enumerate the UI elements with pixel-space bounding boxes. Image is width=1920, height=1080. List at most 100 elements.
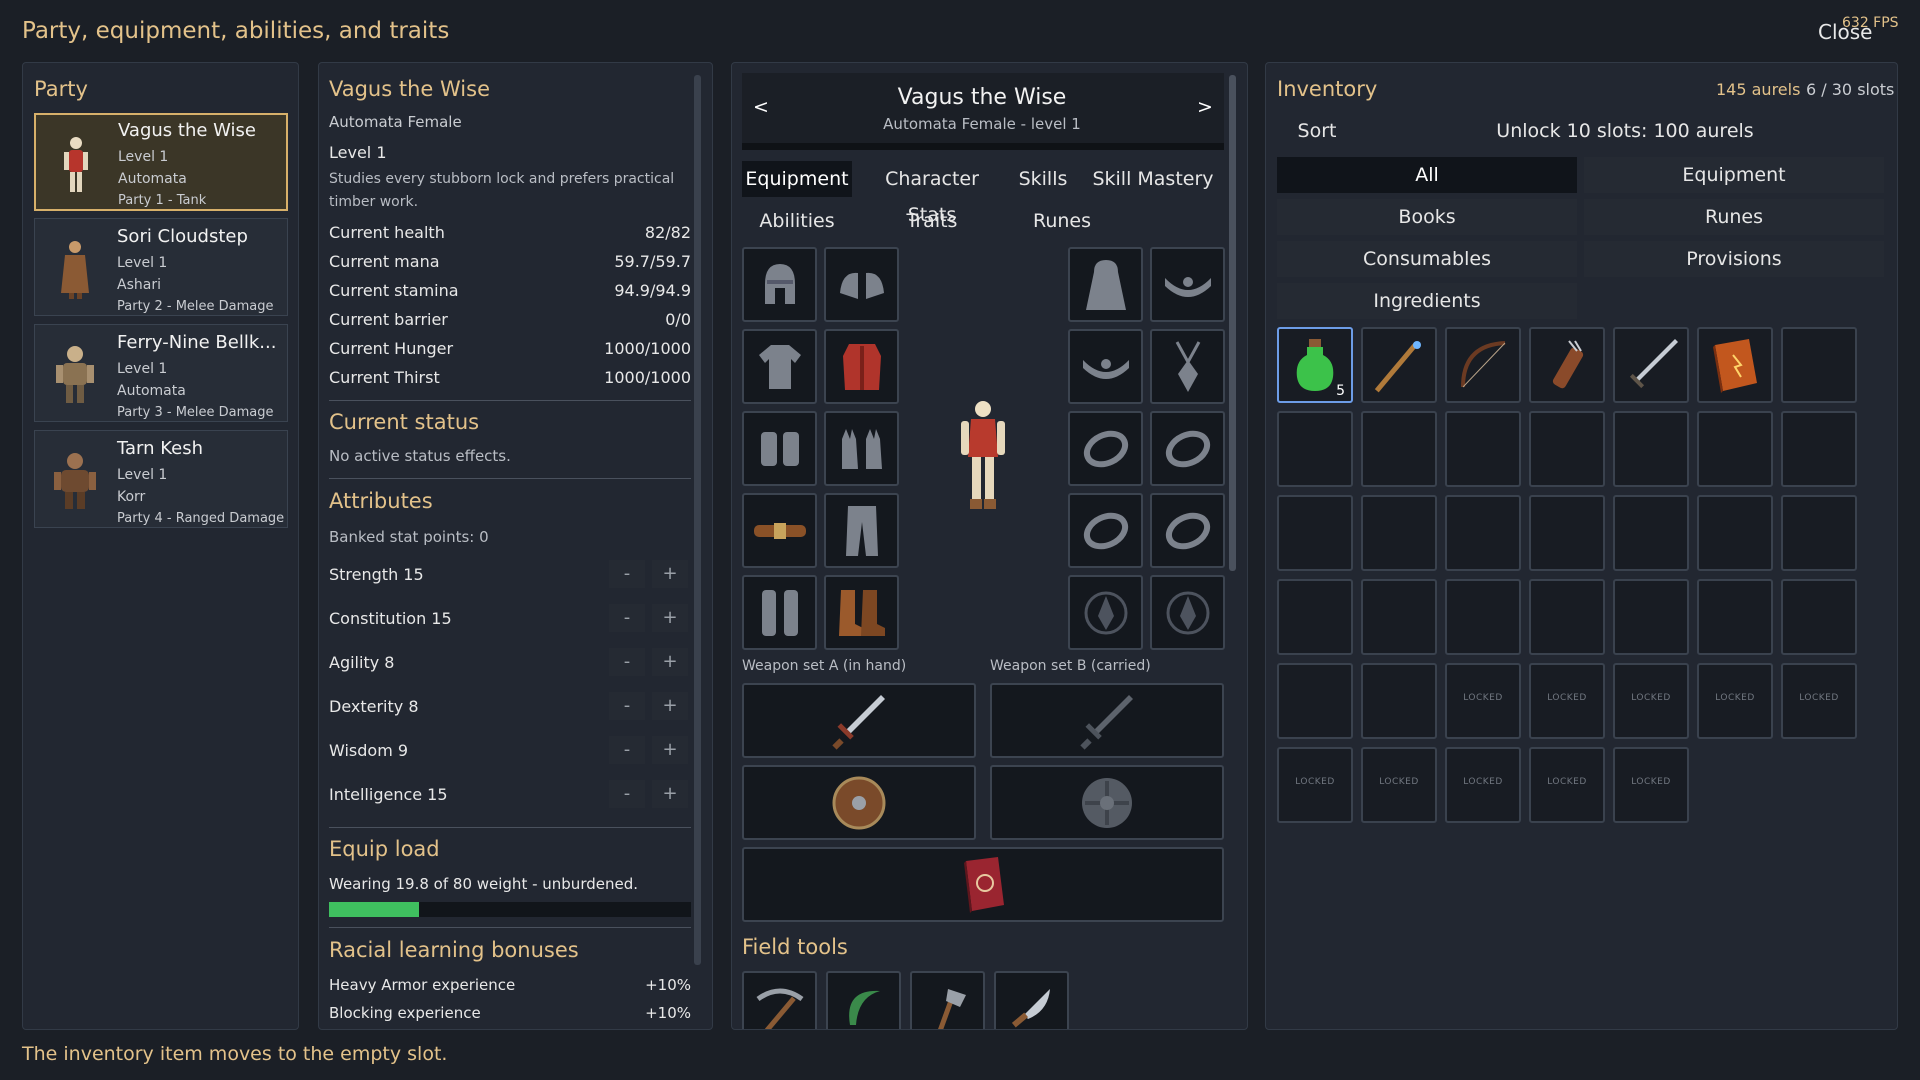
- tab-runes[interactable]: Runes: [1012, 203, 1112, 239]
- inventory-slot[interactable]: [1613, 495, 1689, 571]
- inventory-slot[interactable]: [1529, 327, 1605, 403]
- boots-slot[interactable]: [824, 575, 899, 650]
- decrease-attribute-button[interactable]: -: [609, 692, 645, 720]
- increase-attribute-button[interactable]: +: [652, 560, 688, 588]
- shoulders-slot[interactable]: [824, 247, 899, 322]
- increase-attribute-button[interactable]: +: [652, 604, 688, 632]
- tab-traits[interactable]: Traits: [858, 203, 1006, 239]
- chest-armor-slot[interactable]: [824, 329, 899, 404]
- decrease-attribute-button[interactable]: -: [609, 780, 645, 808]
- ring-slot[interactable]: [1150, 493, 1225, 568]
- decrease-attribute-button[interactable]: -: [609, 736, 645, 764]
- inventory-slot[interactable]: [1361, 663, 1437, 739]
- inventory-slot[interactable]: [1697, 411, 1773, 487]
- inventory-slot[interactable]: [1361, 327, 1437, 403]
- filter-all[interactable]: All: [1277, 157, 1577, 193]
- belt-slot[interactable]: [742, 493, 817, 568]
- party-member-card[interactable]: Sori Cloudstep Level 1 Ashari Party 2 - …: [34, 218, 288, 316]
- tab-skills[interactable]: Skills: [1012, 161, 1074, 197]
- inventory-slot[interactable]: [1529, 495, 1605, 571]
- weapon-set-a-off-hand-slot[interactable]: [742, 765, 976, 840]
- inventory-slot[interactable]: [1445, 327, 1521, 403]
- inventory-slot[interactable]: [1529, 411, 1605, 487]
- field-tool-slot[interactable]: [994, 971, 1069, 1029]
- inventory-slot[interactable]: [1697, 495, 1773, 571]
- tab-skill-mastery[interactable]: Skill Mastery: [1080, 161, 1226, 197]
- party-member-card[interactable]: Vagus the Wise Level 1 Automata Party 1 …: [34, 113, 288, 211]
- inventory-slot[interactable]: [1361, 579, 1437, 655]
- inventory-slot[interactable]: [1277, 495, 1353, 571]
- field-tool-slot[interactable]: [742, 971, 817, 1029]
- decrease-attribute-button[interactable]: -: [609, 604, 645, 632]
- trinket-slot[interactable]: [1150, 575, 1225, 650]
- circlet-slot[interactable]: [1150, 247, 1225, 322]
- equipment-scrollbar[interactable]: [1229, 75, 1236, 571]
- filter-runes[interactable]: Runes: [1584, 199, 1884, 235]
- character-bio-line: timber work.: [329, 194, 419, 210]
- decrease-attribute-button[interactable]: -: [609, 560, 645, 588]
- next-character-button[interactable]: >: [1190, 87, 1220, 127]
- increase-attribute-button[interactable]: +: [652, 780, 688, 808]
- party-member-card[interactable]: Ferry-Nine Bellk... Level 1 Automata Par…: [34, 324, 288, 422]
- inventory-slot[interactable]: [1361, 411, 1437, 487]
- status-message: The inventory item moves to the empty sl…: [22, 1043, 448, 1065]
- bracers-slot[interactable]: [742, 411, 817, 486]
- filter-ingredients[interactable]: Ingredients: [1277, 283, 1577, 319]
- locked-inventory-slot: LOCKED: [1613, 747, 1689, 823]
- tab-abilities[interactable]: Abilities: [742, 203, 852, 239]
- filter-equipment[interactable]: Equipment: [1584, 157, 1884, 193]
- inventory-slot[interactable]: [1277, 663, 1353, 739]
- inventory-slot[interactable]: [1529, 579, 1605, 655]
- field-tool-slot[interactable]: [910, 971, 985, 1029]
- weapon-set-a-main-hand-slot[interactable]: [742, 683, 976, 758]
- cloak-slot[interactable]: [1068, 247, 1143, 322]
- legs-slot[interactable]: [824, 493, 899, 568]
- inventory-slot[interactable]: [1781, 327, 1857, 403]
- inventory-slot[interactable]: [1277, 579, 1353, 655]
- inventory-slot[interactable]: [1697, 579, 1773, 655]
- ring-slot[interactable]: [1068, 493, 1143, 568]
- previous-character-button[interactable]: <: [746, 87, 776, 127]
- book-slot[interactable]: [742, 847, 1224, 922]
- inventory-slot[interactable]: [1613, 411, 1689, 487]
- unlock-slots-button[interactable]: Unlock 10 slots: 100 aurels: [1366, 113, 1884, 149]
- weapon-set-b-off-hand-slot[interactable]: [990, 765, 1224, 840]
- inventory-slot[interactable]: [1613, 327, 1689, 403]
- party-member-card[interactable]: Tarn Kesh Level 1 Korr Party 4 - Ranged …: [34, 430, 288, 528]
- tab-equipment[interactable]: Equipment: [742, 161, 852, 197]
- weapon-set-b-main-hand-slot[interactable]: [990, 683, 1224, 758]
- close-button[interactable]: Close: [1818, 20, 1872, 44]
- shirt-slot[interactable]: [742, 329, 817, 404]
- decrease-attribute-button[interactable]: -: [609, 648, 645, 676]
- increase-attribute-button[interactable]: +: [652, 648, 688, 676]
- character-name: Vagus the Wise: [329, 77, 490, 101]
- bracelet-slot[interactable]: [1068, 329, 1143, 404]
- details-scrollbar[interactable]: [694, 75, 701, 965]
- inventory-slot[interactable]: [1445, 579, 1521, 655]
- increase-attribute-button[interactable]: +: [652, 736, 688, 764]
- filter-provisions[interactable]: Provisions: [1584, 241, 1884, 277]
- helmet-slot[interactable]: [742, 247, 817, 322]
- inventory-slot[interactable]: [1781, 579, 1857, 655]
- field-tool-slot[interactable]: [826, 971, 901, 1029]
- sort-button[interactable]: Sort: [1277, 113, 1357, 149]
- trinket-slot[interactable]: [1068, 575, 1143, 650]
- filter-consumables[interactable]: Consumables: [1277, 241, 1577, 277]
- inventory-slot[interactable]: [1781, 495, 1857, 571]
- inventory-slot[interactable]: [1277, 411, 1353, 487]
- inventory-slot[interactable]: 5: [1277, 327, 1353, 403]
- ring-slot[interactable]: [1150, 411, 1225, 486]
- inventory-slot[interactable]: [1361, 495, 1437, 571]
- amulet-slot[interactable]: [1150, 329, 1225, 404]
- filter-books[interactable]: Books: [1277, 199, 1577, 235]
- inventory-slot[interactable]: [1613, 579, 1689, 655]
- stat-label: Current barrier: [329, 310, 448, 329]
- increase-attribute-button[interactable]: +: [652, 692, 688, 720]
- greaves-slot[interactable]: [742, 575, 817, 650]
- inventory-slot[interactable]: [1445, 411, 1521, 487]
- gloves-slot[interactable]: [824, 411, 899, 486]
- ring-slot[interactable]: [1068, 411, 1143, 486]
- inventory-slot[interactable]: [1697, 327, 1773, 403]
- inventory-slot[interactable]: [1781, 411, 1857, 487]
- inventory-slot[interactable]: [1445, 495, 1521, 571]
